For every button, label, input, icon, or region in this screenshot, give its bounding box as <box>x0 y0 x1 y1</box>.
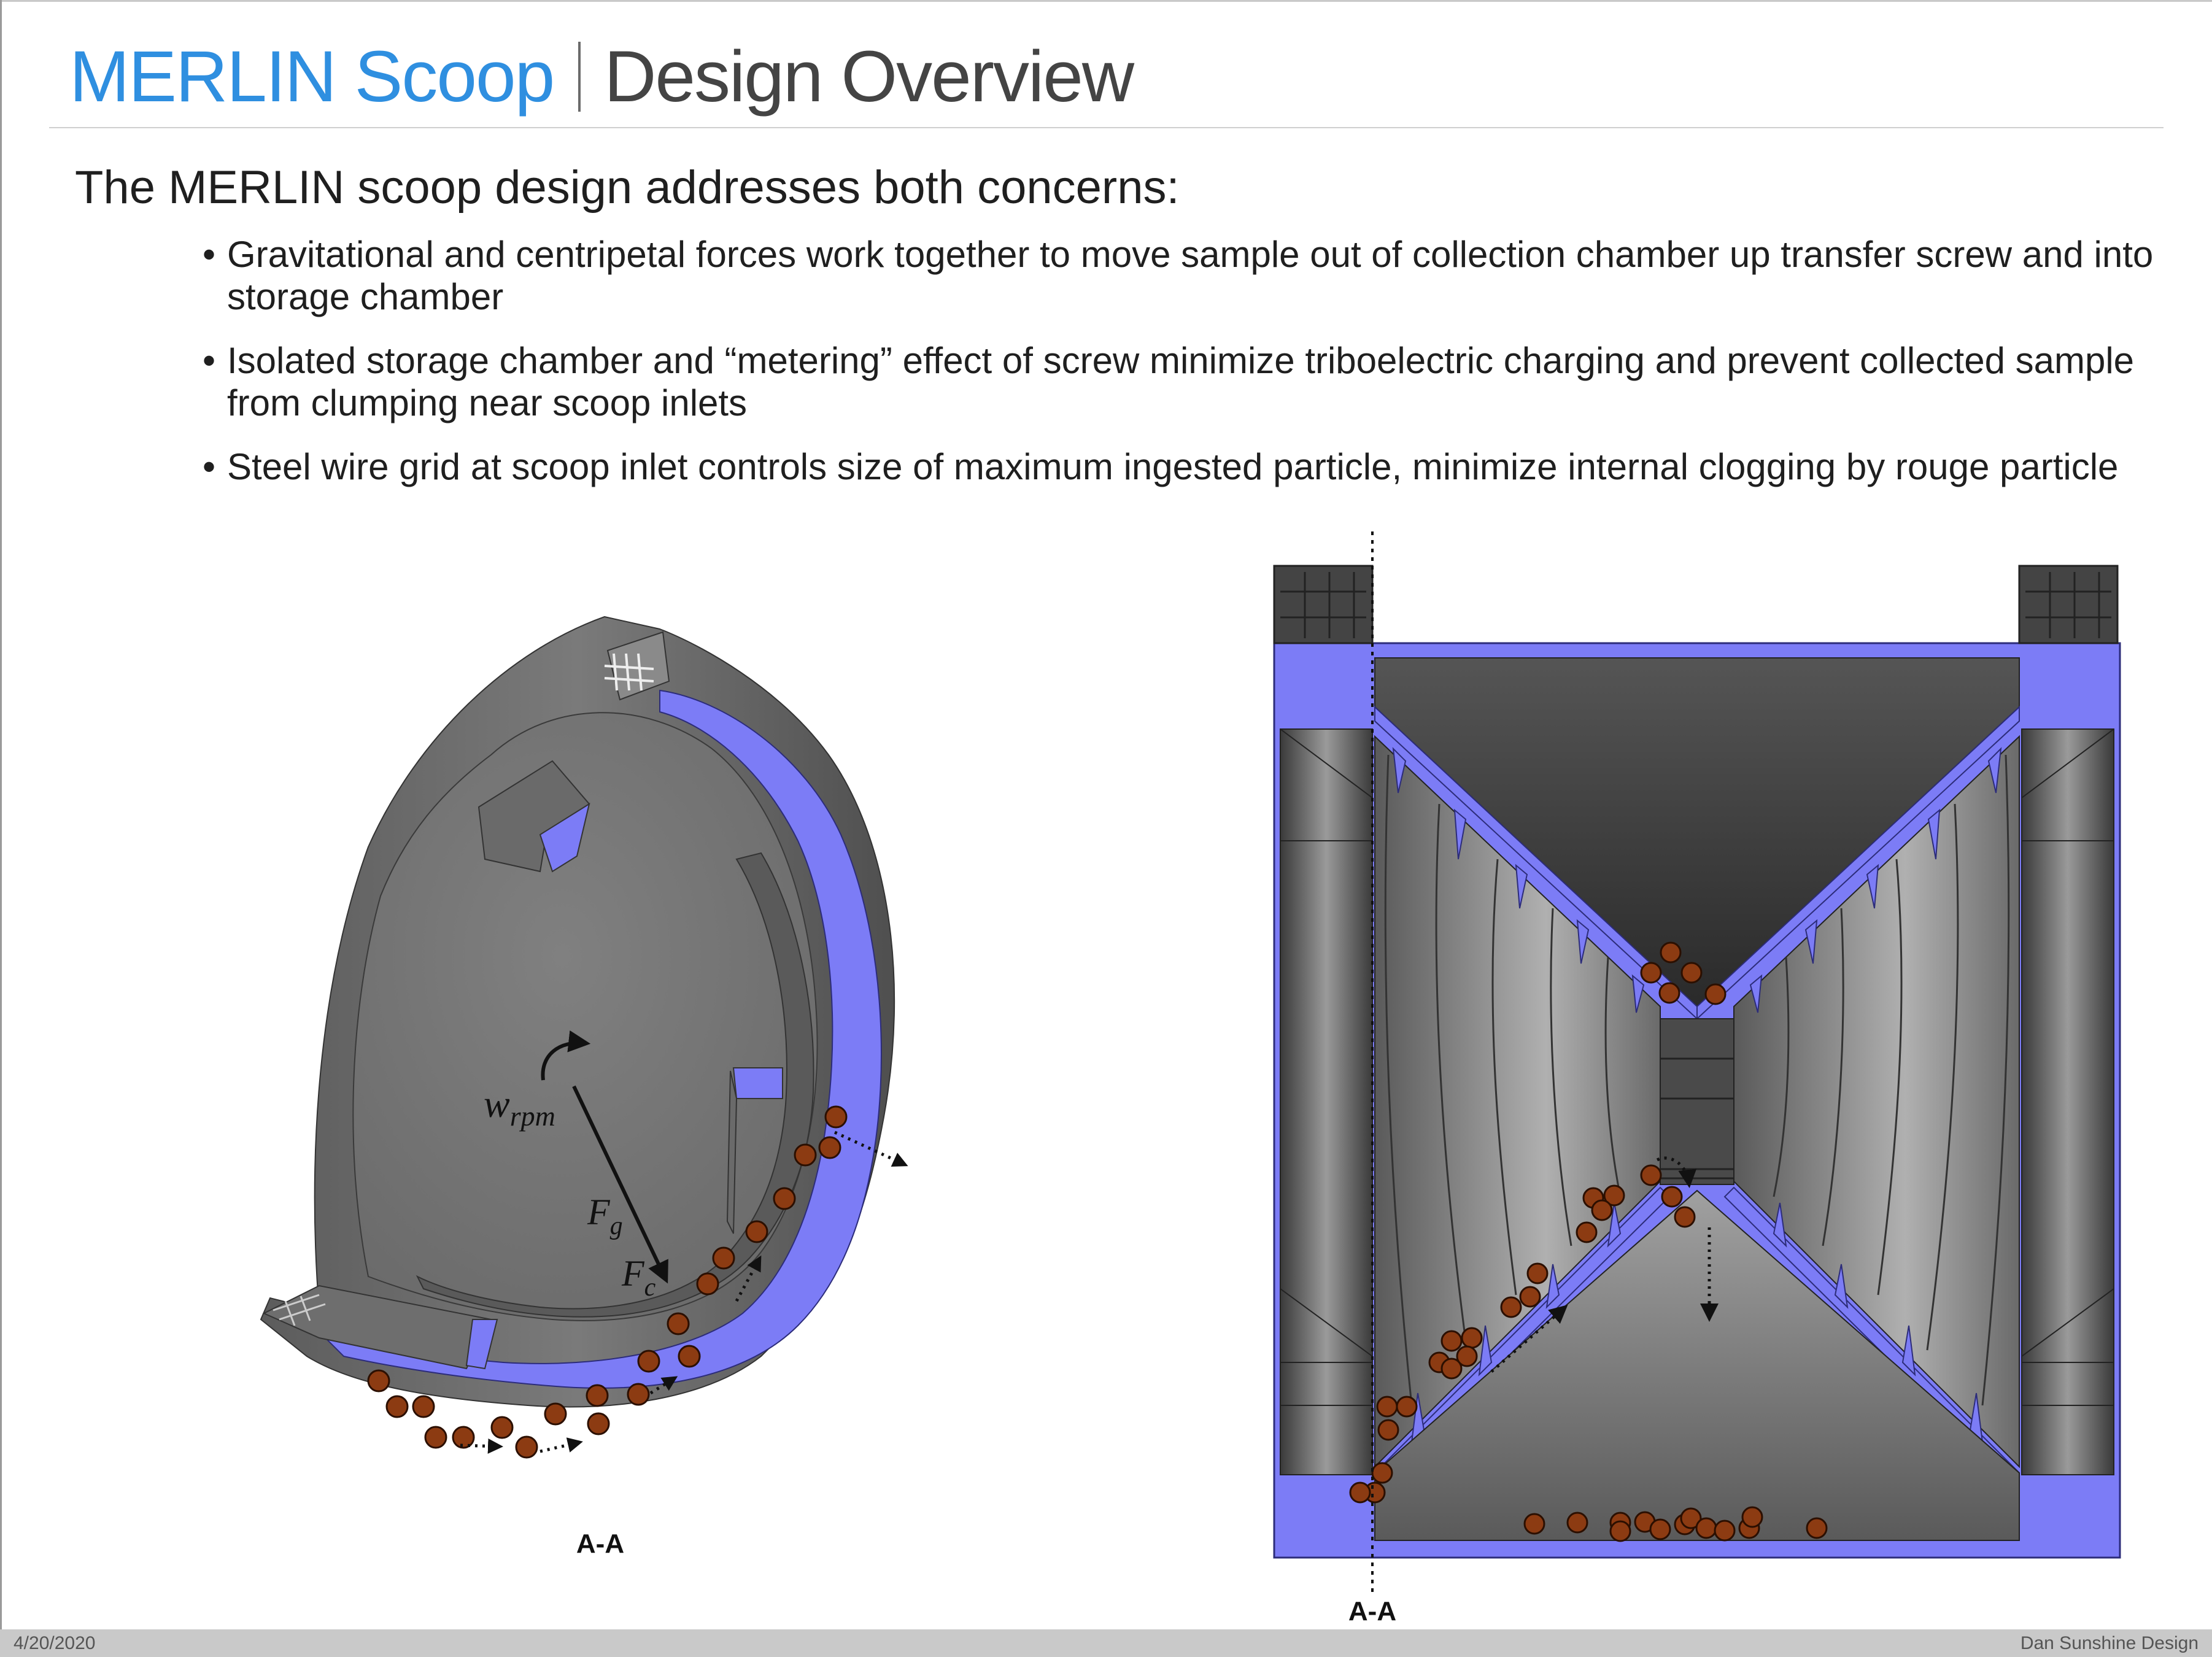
footer-date: 4/20/2020 <box>14 1633 96 1653</box>
scoop-section-diagram: wrpm Fg Fc A-A <box>260 616 908 1559</box>
bullet-item: • Gravitational and centripetal forces wo… <box>203 233 2167 318</box>
left-inlet-grid-icon <box>1273 565 1374 644</box>
bullet-dot-icon: • <box>203 340 216 381</box>
slide-top-border <box>0 0 2212 2</box>
title-accent: MERLIN Scoop <box>69 36 555 117</box>
section-label-right: A-A <box>1348 1596 1396 1626</box>
bullet-dot-icon: • <box>203 446 216 487</box>
bullet-text: Gravitational and centripetal forces wor… <box>227 234 2154 317</box>
intro-text: The MERLIN scoop design addresses both c… <box>75 161 1180 214</box>
screw-section-diagram: A-A <box>1273 531 2121 1626</box>
section-label-left: A-A <box>576 1529 624 1559</box>
page-title: MERLIN Scoop Design Overview <box>69 31 1134 123</box>
slide-left-border <box>0 0 2 1632</box>
bullet-dot-icon: • <box>203 234 216 275</box>
bullet-item: • Steel wire grid at scoop inlet controls… <box>203 446 2167 488</box>
footer-credit: Dan Sunshine Design <box>2020 1633 2198 1653</box>
central-channel <box>1660 1018 1734 1185</box>
bullet-item: • Isolated storage chamber and “metering”… <box>203 339 2167 424</box>
transfer-chute <box>732 1067 783 1099</box>
title-main: Design Overview <box>604 36 1134 117</box>
title-separator <box>578 42 581 112</box>
slide-footer: 4/20/2020 Dan Sunshine Design <box>0 1629 2212 1657</box>
bullet-text: Steel wire grid at scoop inlet controls … <box>227 446 2119 487</box>
title-divider <box>49 127 2164 128</box>
bullet-list: • Gravitational and centripetal forces wo… <box>203 233 2167 509</box>
right-inlet-grid-icon <box>2018 565 2119 644</box>
bullet-text: Isolated storage chamber and “metering” … <box>227 340 2135 423</box>
